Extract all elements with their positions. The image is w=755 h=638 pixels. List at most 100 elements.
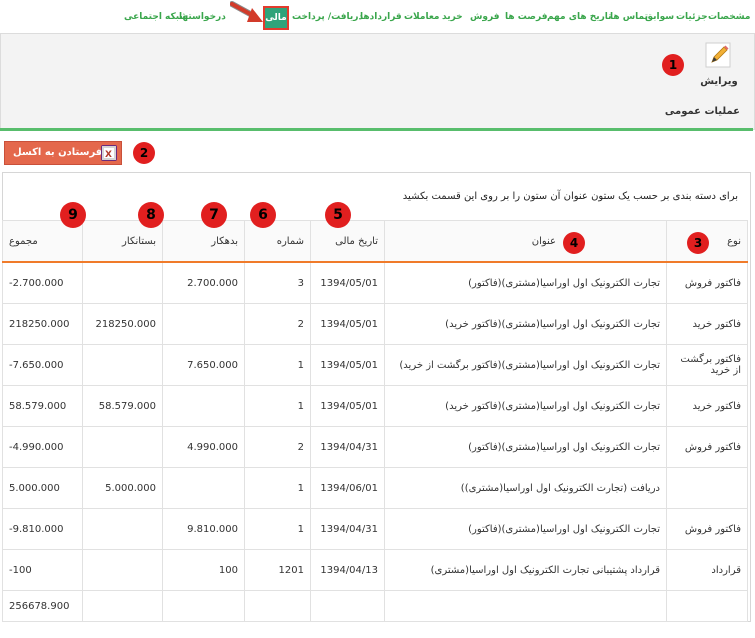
annotation-badge-1: 1: [662, 54, 684, 76]
cell-type: [666, 467, 748, 509]
table-row[interactable]: 218250.000 218250.000 2 1394/05/01 تجارت الک…: [2, 303, 748, 345]
export-excel-label: فرستادن به اکسل: [13, 147, 103, 158]
cell-debit: 7.650.000: [162, 344, 245, 386]
cell-title: تجارت الکترونیک اول اوراسیا(مشتری)(فاکتو…: [384, 508, 667, 550]
cell-credit: [82, 549, 163, 591]
table-row[interactable]: -100 100 1201 1394/04/13 قرارداد پشتیبانی تج…: [2, 549, 748, 591]
table-footer-row: 256678.900: [2, 590, 748, 622]
nav-tab-deals[interactable]: معاملات: [404, 12, 439, 22]
table-header-row: مجموع بستانکار بدهکار شماره تاریخ مالی ع…: [2, 220, 748, 263]
cell-number: 1: [244, 467, 311, 509]
cell-credit: [82, 344, 163, 386]
annotation-badge-4: 4: [563, 232, 585, 254]
cell-total: 5.000.000: [2, 467, 83, 509]
financial-table: مجموع بستانکار بدهکار شماره تاریخ مالی ع…: [2, 220, 748, 622]
table-row[interactable]: -9.810.000 9.810.000 1 1394/04/31 تجارت الکت…: [2, 508, 748, 550]
footer-cell: [666, 590, 748, 622]
nav-tab-important-dates[interactable]: تاریخ های مهم: [547, 12, 612, 22]
annotation-badge-8: 8: [138, 202, 164, 228]
cell-number: 2: [244, 426, 311, 468]
cell-date: 1394/04/31: [310, 508, 385, 550]
cell-date: 1394/05/01: [310, 261, 385, 304]
footer-cell: [82, 590, 163, 622]
cell-type: فاکتور خرید: [666, 385, 748, 427]
cell-debit: [162, 385, 245, 427]
edit-button-label[interactable]: ویرایش: [694, 76, 744, 87]
cell-number: 1: [244, 385, 311, 427]
nav-tab-sales[interactable]: فروش: [470, 12, 500, 22]
export-excel-button[interactable]: فرستادن به اکسل X: [4, 141, 122, 165]
footer-total-value: 256678.900: [2, 590, 83, 622]
cell-date: 1394/05/01: [310, 303, 385, 345]
cell-total: -9.810.000: [2, 508, 83, 550]
cell-total: -100: [2, 549, 83, 591]
cell-debit: 2.700.000: [162, 261, 245, 304]
cell-title: قرارداد پشتیبانی تجارت الکترونیک اول اور…: [384, 549, 667, 591]
cell-total: 218250.000: [2, 303, 83, 345]
nav-tab-social[interactable]: شبکه اجتماعی: [124, 12, 188, 22]
annotation-badge-7: 7: [201, 202, 227, 228]
col-header-debit[interactable]: بدهکار: [162, 220, 245, 263]
annotation-badge-5: 5: [325, 202, 351, 228]
cell-title: تجارت الکترونیک اول اوراسیا(مشتری)(فاکتو…: [384, 303, 667, 345]
cell-type: فاکتور فروش: [666, 508, 748, 550]
cell-title: تجارت الکترونیک اول اوراسیا(مشتری)(فاکتو…: [384, 385, 667, 427]
cell-type: فاکتور فروش: [666, 426, 748, 468]
table-row[interactable]: -4.990.000 4.990.000 2 1394/04/31 تجارت الکت…: [2, 426, 748, 468]
cell-type: فاکتور فروش: [666, 261, 748, 304]
cell-total: -2.700.000: [2, 261, 83, 304]
annotation-badge-2: 2: [133, 142, 155, 164]
cell-total: -4.990.000: [2, 426, 83, 468]
nav-tab-contracts[interactable]: قراردادها: [360, 12, 402, 22]
footer-cell: [244, 590, 311, 622]
cell-total: -7.650.000: [2, 344, 83, 386]
nav-tab-purchases[interactable]: خرید: [442, 12, 463, 22]
table-row[interactable]: 58.579.000 58.579.000 1 1394/05/01 تجارت الک…: [2, 385, 748, 427]
nav-tab-history[interactable]: سوابق: [645, 12, 674, 22]
nav-tab-profile[interactable]: مشخصات: [708, 12, 751, 22]
cell-title: تجارت الکترونیک اول اوراسیا(مشتری)(فاکتو…: [384, 426, 667, 468]
cell-credit: [82, 426, 163, 468]
col-header-title[interactable]: عنوان: [384, 220, 667, 263]
cell-date: 1394/06/01: [310, 467, 385, 509]
footer-cell: [384, 590, 667, 622]
cell-total: 58.579.000: [2, 385, 83, 427]
cell-number: 2: [244, 303, 311, 345]
cell-debit: 4.990.000: [162, 426, 245, 468]
cell-credit: 58.579.000: [82, 385, 163, 427]
annotation-badge-3: 3: [687, 232, 709, 254]
cell-date: 1394/04/31: [310, 426, 385, 468]
cell-date: 1394/05/01: [310, 344, 385, 386]
nav-tab-details[interactable]: جزئیات: [676, 12, 708, 22]
cell-number: 1201: [244, 549, 311, 591]
table-row[interactable]: -2.700.000 2.700.000 3 1394/05/01 تجارت الکت…: [2, 261, 748, 304]
nav-tab-contacts[interactable]: تماس ها: [610, 12, 648, 22]
cell-type: فاکتور برگشت از خرید: [666, 344, 748, 386]
toolbar-divider: [0, 128, 753, 131]
cell-credit: [82, 508, 163, 550]
table-row[interactable]: 5.000.000 5.000.000 1 1394/06/01 دریافت (تجا…: [2, 467, 748, 509]
annotation-badge-6: 6: [250, 202, 276, 228]
cell-credit: 5.000.000: [82, 467, 163, 509]
nav-tab-opportunities[interactable]: فرصت ها: [505, 12, 547, 22]
nav-tab-financial[interactable]: مالی: [263, 6, 289, 30]
edit-button[interactable]: [704, 40, 734, 76]
col-header-number[interactable]: شماره: [244, 220, 311, 263]
cell-debit: [162, 303, 245, 345]
cell-date: 1394/04/13: [310, 549, 385, 591]
cell-number: 3: [244, 261, 311, 304]
cell-type: فاکتور خرید: [666, 303, 748, 345]
col-header-date[interactable]: تاریخ مالی: [310, 220, 385, 263]
cell-credit: [82, 261, 163, 304]
cell-credit: 218250.000: [82, 303, 163, 345]
toolbar-group-label: عملیات عمومی: [664, 106, 740, 117]
cell-type: قرارداد: [666, 549, 748, 591]
cell-debit: [162, 467, 245, 509]
nav-tab-receive-pay[interactable]: دریافت/ پرداخت: [292, 12, 363, 22]
cell-date: 1394/05/01: [310, 385, 385, 427]
table-row[interactable]: -7.650.000 7.650.000 1 1394/05/01 تجارت الکت…: [2, 344, 748, 386]
cell-title: تجارت الکترونیک اول اوراسیا(مشتری)(فاکتو…: [384, 344, 667, 386]
cell-debit: 9.810.000: [162, 508, 245, 550]
annotation-badge-9: 9: [60, 202, 86, 228]
cell-number: 1: [244, 508, 311, 550]
